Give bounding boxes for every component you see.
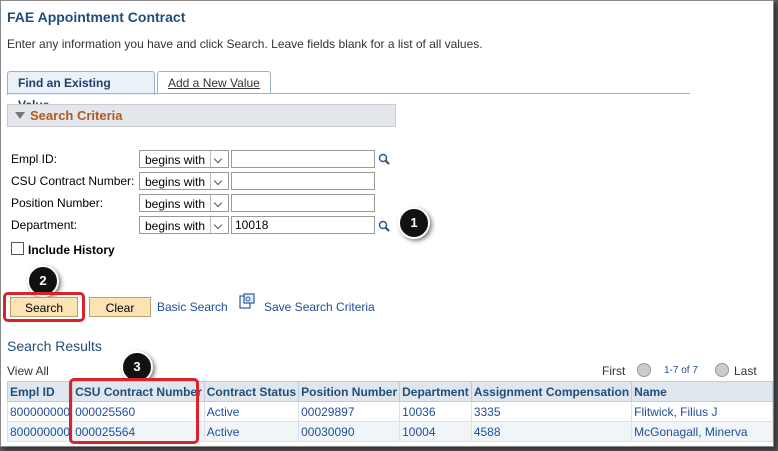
- prev-arrow-icon[interactable]: [637, 363, 651, 377]
- basic-search-link[interactable]: Basic Search: [157, 300, 228, 314]
- collapse-triangle-icon[interactable]: [15, 112, 25, 119]
- position-number-input[interactable]: [231, 194, 375, 212]
- position-number-operator-select[interactable]: begins with: [139, 194, 229, 212]
- chevron-down-icon: [210, 173, 228, 189]
- table-cell[interactable]: 00029897: [298, 401, 401, 422]
- column-header[interactable]: Empl ID: [6, 381, 74, 402]
- csu-contract-number-operator-select[interactable]: begins with: [139, 172, 229, 190]
- contract-number-highlight-box: [69, 378, 199, 444]
- empl-id-lookup-icon[interactable]: [378, 153, 390, 165]
- table-cell[interactable]: 800000000: [6, 421, 74, 442]
- table-cell[interactable]: 4588: [470, 421, 633, 442]
- empl-id-input[interactable]: [231, 150, 375, 168]
- search-criteria-label: Search Criteria: [30, 108, 123, 123]
- chevron-down-icon: [210, 151, 228, 167]
- tab-divider: [7, 93, 690, 94]
- empl-id-label: Empl ID:: [11, 152, 58, 166]
- column-header[interactable]: Name: [631, 381, 773, 402]
- save-search-icon[interactable]: [239, 293, 255, 309]
- search-button[interactable]: Search: [10, 297, 78, 317]
- position-number-label: Position Number:: [11, 196, 104, 210]
- tab-add-new-value-label: Add a New Value: [168, 76, 260, 90]
- table-cell[interactable]: 00030090: [298, 421, 401, 442]
- department-lookup-icon[interactable]: [378, 220, 390, 232]
- search-results-title: Search Results: [7, 338, 102, 354]
- results-range: 1-7 of 7: [664, 365, 698, 376]
- column-header[interactable]: Contract Status: [203, 381, 300, 402]
- next-arrow-icon[interactable]: [715, 363, 729, 377]
- department-operator-select[interactable]: begins with: [139, 216, 229, 234]
- csu-contract-number-input[interactable]: [231, 172, 375, 190]
- chevron-down-icon: [210, 195, 228, 211]
- csu-contract-number-label: CSU Contract Number:: [11, 174, 135, 188]
- department-operator-value: begins with: [145, 219, 206, 233]
- table-cell[interactable]: McGonagall, Minerva: [631, 421, 773, 442]
- empl-id-operator-select[interactable]: begins with: [139, 150, 229, 168]
- table-cell[interactable]: 10004: [399, 421, 472, 442]
- empl-id-operator-value: begins with: [145, 153, 206, 167]
- callout-badge-1: 1: [398, 207, 430, 239]
- page-title: FAE Appointment Contract: [7, 9, 186, 25]
- table-cell[interactable]: 10036: [399, 401, 472, 422]
- tab-add-new-value[interactable]: Add a New Value: [157, 71, 271, 94]
- page-frame: FAE Appointment Contract Enter any infor…: [0, 0, 774, 447]
- table-cell[interactable]: Active: [203, 421, 300, 442]
- search-criteria-header[interactable]: Search Criteria: [7, 104, 396, 127]
- last-label: Last: [734, 364, 757, 378]
- include-history-label: Include History: [28, 243, 115, 257]
- position-number-operator-value: begins with: [145, 197, 206, 211]
- first-label: First: [602, 364, 626, 378]
- tab-find-existing-value[interactable]: Find an Existing Value: [7, 71, 155, 112]
- column-header[interactable]: Position Number: [298, 381, 401, 402]
- csu-contract-number-operator-value: begins with: [145, 175, 206, 189]
- instructions-text: Enter any information you have and click…: [7, 37, 483, 51]
- table-cell[interactable]: Active: [203, 401, 300, 422]
- department-label: Department:: [11, 218, 78, 232]
- view-all-link[interactable]: View All: [7, 364, 49, 378]
- department-input[interactable]: 10018: [231, 216, 375, 234]
- save-search-criteria-link[interactable]: Save Search Criteria: [264, 300, 375, 314]
- clear-button[interactable]: Clear: [89, 297, 151, 317]
- column-header[interactable]: Assignment Compensation: [470, 381, 633, 402]
- include-history-checkbox[interactable]: [11, 242, 24, 255]
- table-cell[interactable]: 3335: [470, 401, 633, 422]
- column-header[interactable]: Department: [399, 381, 472, 402]
- chevron-down-icon: [210, 217, 228, 233]
- table-cell[interactable]: 800000000: [6, 401, 74, 422]
- table-cell[interactable]: Flitwick, Filius J: [631, 401, 773, 422]
